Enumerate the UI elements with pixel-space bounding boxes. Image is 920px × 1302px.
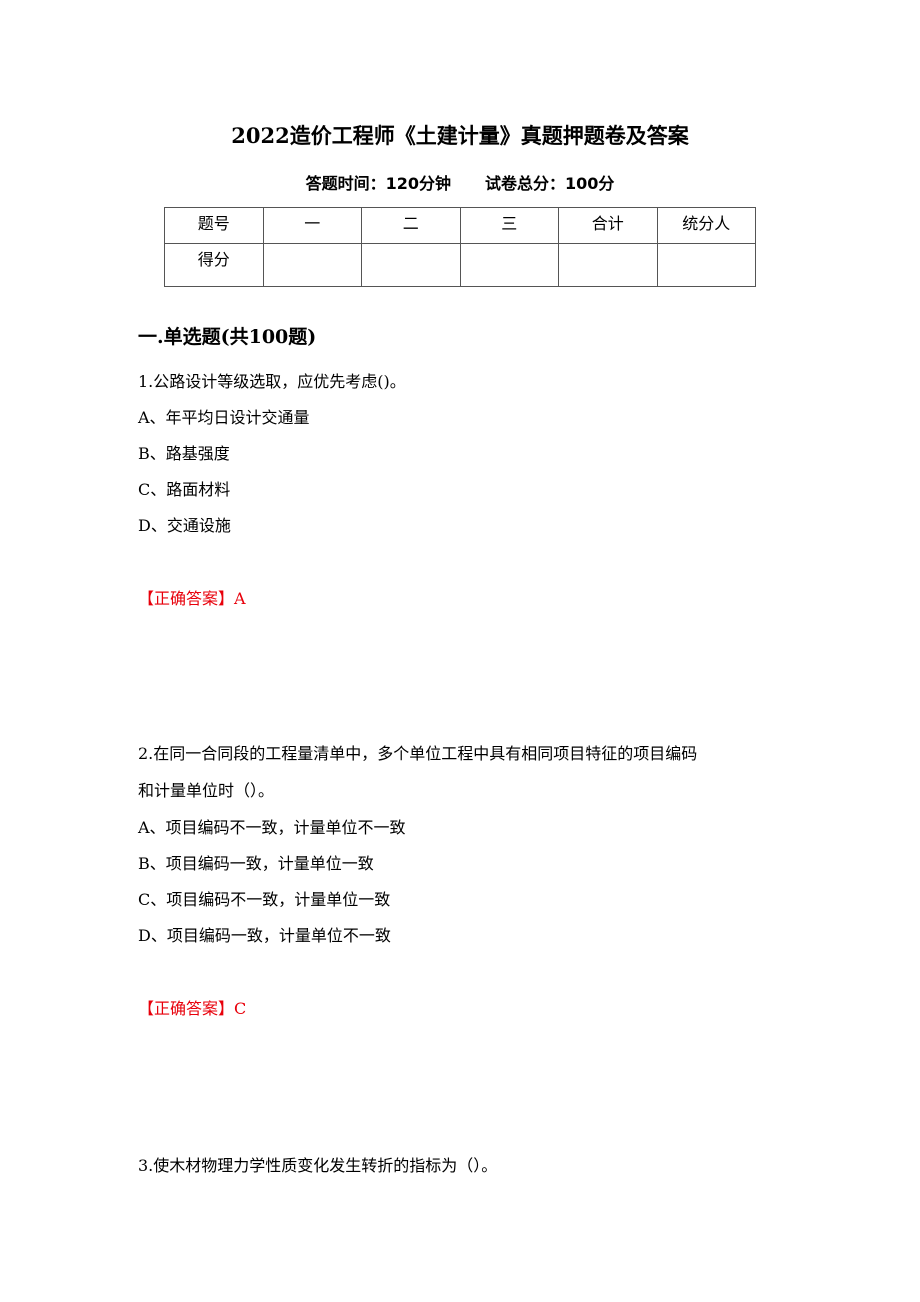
question-stem: 1.公路设计等级选取，应优先考虑()。 xyxy=(138,372,406,391)
score-cell xyxy=(361,243,461,287)
exam-info: 答题时间：120分钟 试卷总分：100分 xyxy=(0,170,920,194)
score-cell xyxy=(459,243,559,287)
option-b: B、路基强度 xyxy=(138,444,230,463)
option-c: C、项目编码不一致，计量单位一致 xyxy=(138,890,391,909)
section-title: 一.单选题(共100题) xyxy=(138,326,317,348)
score-table-score-row: 得分 xyxy=(164,243,756,287)
option-a: A、年平均日设计交通量 xyxy=(138,408,310,427)
header-cell: 合计 xyxy=(558,207,658,244)
option-d: D、项目编码一致，计量单位不一致 xyxy=(138,926,391,945)
score-cell xyxy=(558,243,658,287)
header-cell: 题号 xyxy=(164,207,264,244)
header-cell: 统分人 xyxy=(656,207,756,244)
score-cell xyxy=(262,243,362,287)
header-cell: 三 xyxy=(459,207,559,244)
question-stem: 2.在同一合同段的工程量清单中，多个单位工程中具有相同项目特征的项目编码 xyxy=(138,744,698,763)
header-cell: 二 xyxy=(361,207,461,244)
question-stem-continued: 和计量单位时（）。 xyxy=(138,781,275,800)
exam-time: 答题时间：120分钟 xyxy=(305,174,451,193)
option-d: D、交通设施 xyxy=(138,516,231,535)
score-cell xyxy=(656,243,756,287)
question-stem: 3.使木材物理力学性质变化发生转折的指标为（）。 xyxy=(138,1156,498,1175)
document-title: 2022造价工程师《土建计量》真题押题卷及答案 xyxy=(231,123,689,148)
option-b: B、项目编码一致，计量单位一致 xyxy=(138,854,374,873)
correct-answer: 【正确答案】A xyxy=(138,589,246,608)
total-score: 试卷总分：100分 xyxy=(485,174,615,193)
score-table-header-row: 题号 一 二 三 合计 统分人 xyxy=(164,207,756,244)
score-label-cell: 得分 xyxy=(164,243,264,287)
option-c: C、路面材料 xyxy=(138,480,231,499)
option-a: A、项目编码不一致，计量单位不一致 xyxy=(138,818,406,837)
score-table: 题号 一 二 三 合计 统分人 得分 xyxy=(164,207,756,287)
header-cell: 一 xyxy=(262,207,362,244)
correct-answer: 【正确答案】C xyxy=(138,999,247,1018)
